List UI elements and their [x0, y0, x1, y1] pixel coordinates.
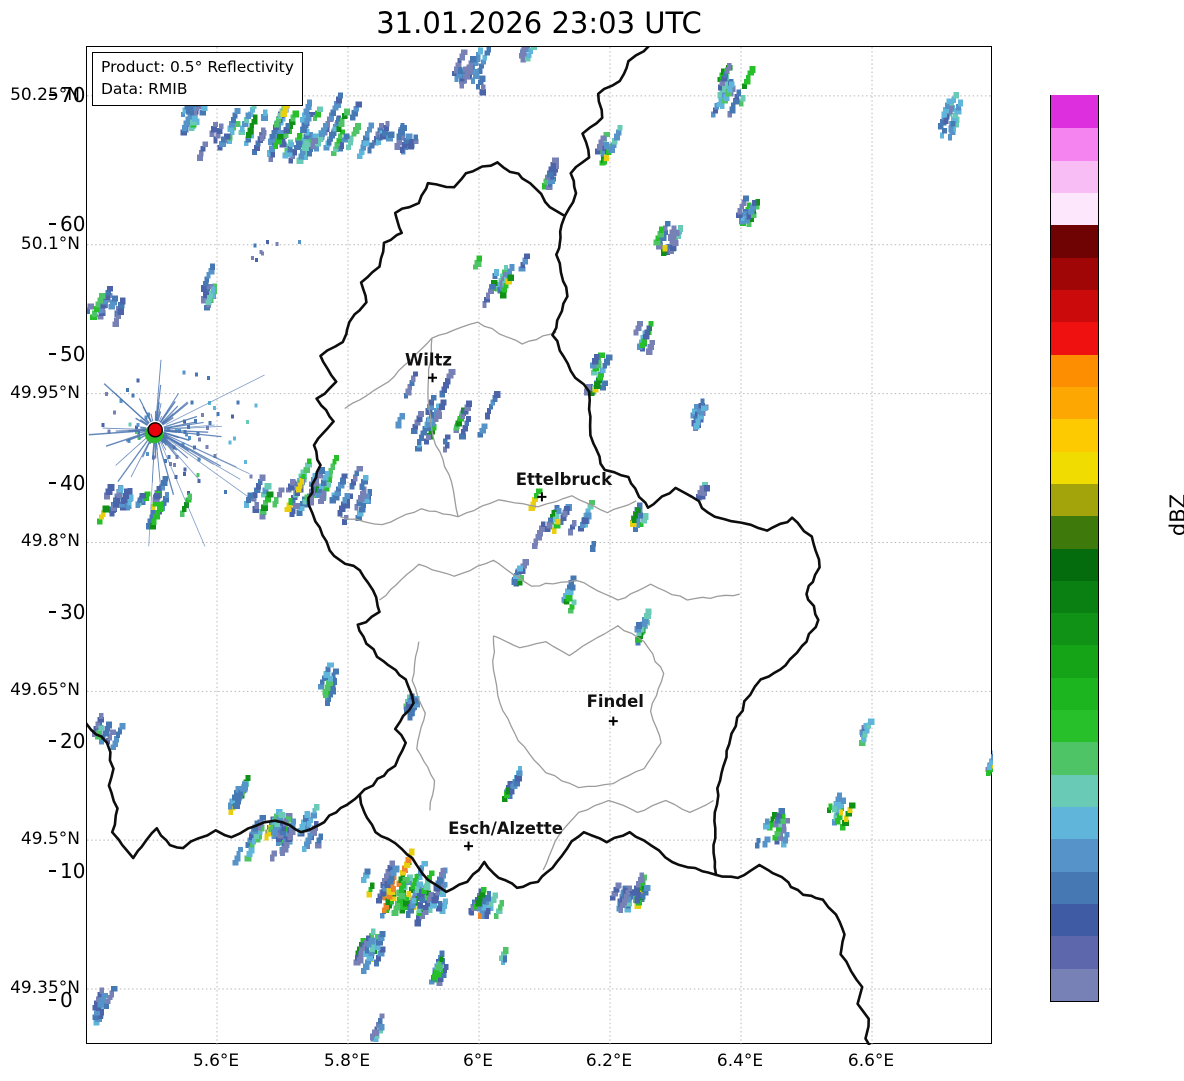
colorbar-segment [1051, 903, 1098, 936]
colorbar-segment [1051, 483, 1098, 516]
radar-clutter-spike [103, 428, 147, 429]
city-label: Esch/Alzette [448, 819, 563, 838]
colorbar-tick-label: 40 [60, 473, 85, 493]
colorbar-tick-label: 50 [60, 344, 85, 364]
radar-clutter-spike [140, 427, 146, 428]
colorbar-tick-label: 10 [60, 861, 85, 881]
colorbar-tick [49, 740, 56, 742]
colorbar-segment [1051, 128, 1098, 161]
radar-site-dot [148, 423, 162, 437]
colorbar-tick-label: 60 [60, 214, 85, 234]
colorbar-tick-label: 0 [60, 990, 73, 1010]
city-label: Findel [587, 692, 644, 711]
city-label: Ettelbruck [516, 470, 613, 489]
colorbar-tick-label: 30 [60, 602, 85, 622]
colorbar-tick [49, 611, 56, 613]
colorbar-segment [1051, 645, 1098, 678]
lat-tick-label: 49.95°N [2, 383, 80, 403]
lat-tick-label: 49.8°N [2, 531, 80, 551]
city-label: Wiltz [405, 351, 452, 370]
echo-layer [87, 47, 993, 1042]
colorbar-segment [1051, 612, 1098, 645]
colorbar-segment [1051, 580, 1098, 613]
map-plot-area: Wiltz Ettelbruck Findel Esch/Alzette Produc… [86, 46, 992, 1044]
colorbar-segment [1051, 289, 1098, 322]
radar-clutter-spike [165, 437, 257, 504]
colorbar-segment [1051, 257, 1098, 290]
colorbar-segment [1051, 968, 1098, 1001]
district-border-path [543, 801, 713, 871]
lat-tick-label: 50.1°N [2, 234, 80, 254]
colorbar-segment [1051, 548, 1098, 581]
colorbar-segment [1051, 354, 1098, 387]
district-border-path [380, 560, 740, 600]
colorbar-segment [1051, 322, 1098, 355]
colorbar-segment [1051, 742, 1098, 775]
country-border-path [308, 162, 819, 891]
colorbar-tick-label: 70 [60, 85, 85, 105]
colorbar-segment [1051, 936, 1098, 969]
colorbar-segment [1051, 160, 1098, 193]
colorbar-segment [1051, 192, 1098, 225]
radar-figure: 31.01.2026 23:03 UTC Wiltz Ettelbruck Find… [0, 0, 1184, 1081]
figure-title: 31.01.2026 23:03 UTC [86, 6, 992, 40]
colorbar-segment [1051, 839, 1098, 872]
colorbar-tick [49, 94, 56, 96]
colorbar-tick [49, 223, 56, 225]
city-marker [428, 373, 437, 382]
colorbar-unit-label: dBZ [1166, 470, 1184, 560]
colorbar-segment [1051, 419, 1098, 452]
colorbar-segment [1051, 451, 1098, 484]
colorbar-segment [1051, 225, 1098, 258]
colorbar-segment [1051, 774, 1098, 807]
colorbar-segment [1051, 709, 1098, 742]
colorbar-tick [49, 353, 56, 355]
city-marker [464, 842, 473, 851]
lon-tick-label: 6.6°E [831, 1051, 911, 1071]
radar-clutter-spike [166, 375, 265, 425]
country-border-path [565, 47, 651, 216]
colorbar-tick [49, 870, 56, 872]
colorbar-segment [1051, 95, 1098, 128]
lat-tick-label: 49.5°N [2, 829, 80, 849]
colorbar-tick [49, 482, 56, 484]
map-canvas: Wiltz Ettelbruck Findel Esch/Alzette [87, 47, 993, 1045]
lon-tick-label: 6.4°E [700, 1051, 780, 1071]
district-border-layer [340, 322, 740, 870]
colorbar-segment [1051, 677, 1098, 710]
colorbar [1050, 95, 1099, 1002]
radar-clutter-spike [131, 438, 151, 477]
colorbar-segment [1051, 871, 1098, 904]
country-border-path [716, 865, 872, 1045]
colorbar-tick-label: 20 [60, 731, 85, 751]
colorbar-segment [1051, 806, 1098, 839]
lat-tick-label: 49.65°N [2, 680, 80, 700]
lon-tick-label: 5.8°E [307, 1051, 387, 1071]
district-border-path [412, 642, 434, 811]
radar-clutter-layer [89, 360, 265, 547]
product-annotation-box: Product: 0.5° Reflectivity Data: RMIB [92, 52, 303, 106]
data-source-line: Data: RMIB [101, 78, 294, 100]
colorbar-tick [49, 999, 56, 1001]
grid-layer [87, 47, 993, 1045]
colorbar-segment [1051, 386, 1098, 419]
lon-tick-label: 5.6°E [176, 1051, 256, 1071]
product-line: Product: 0.5° Reflectivity [101, 56, 294, 78]
city-layer: Wiltz Ettelbruck Findel Esch/Alzette [405, 351, 644, 851]
lon-tick-label: 6°E [438, 1051, 518, 1071]
colorbar-segment [1051, 515, 1098, 548]
lon-tick-label: 6.2°E [569, 1051, 649, 1071]
radar-site [145, 423, 164, 444]
